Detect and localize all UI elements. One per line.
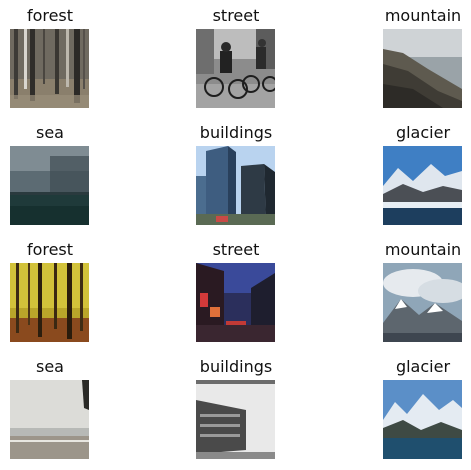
image-grid: forest street mountain sea buildings gla… <box>0 0 471 470</box>
image-label: sea <box>36 123 64 142</box>
cloudy-mountain-photo <box>383 263 462 342</box>
grey-beach-photo <box>10 380 89 459</box>
mountain-coast-photo <box>383 29 462 108</box>
sea-storm-photo <box>10 146 89 225</box>
glacier-bay-photo <box>383 146 462 225</box>
image-label: glacier <box>395 123 451 142</box>
image-label: mountain <box>384 240 462 259</box>
street-cyclists-photo <box>196 29 275 108</box>
grey-building-photo <box>196 380 275 459</box>
image-label: mountain <box>384 6 462 25</box>
image-label: sea <box>36 357 64 376</box>
night-street-photo <box>196 263 275 342</box>
image-label: forest <box>26 240 74 259</box>
forest-photo <box>10 29 89 108</box>
glass-towers-photo <box>196 146 275 225</box>
image-label: forest <box>26 6 74 25</box>
image-label: street <box>212 240 260 259</box>
glacier-lake-photo <box>383 380 462 459</box>
image-label: glacier <box>395 357 451 376</box>
image-label: buildings <box>199 123 273 142</box>
image-label: street <box>212 6 260 25</box>
autumn-forest-photo <box>10 263 89 342</box>
image-label: buildings <box>199 357 273 376</box>
